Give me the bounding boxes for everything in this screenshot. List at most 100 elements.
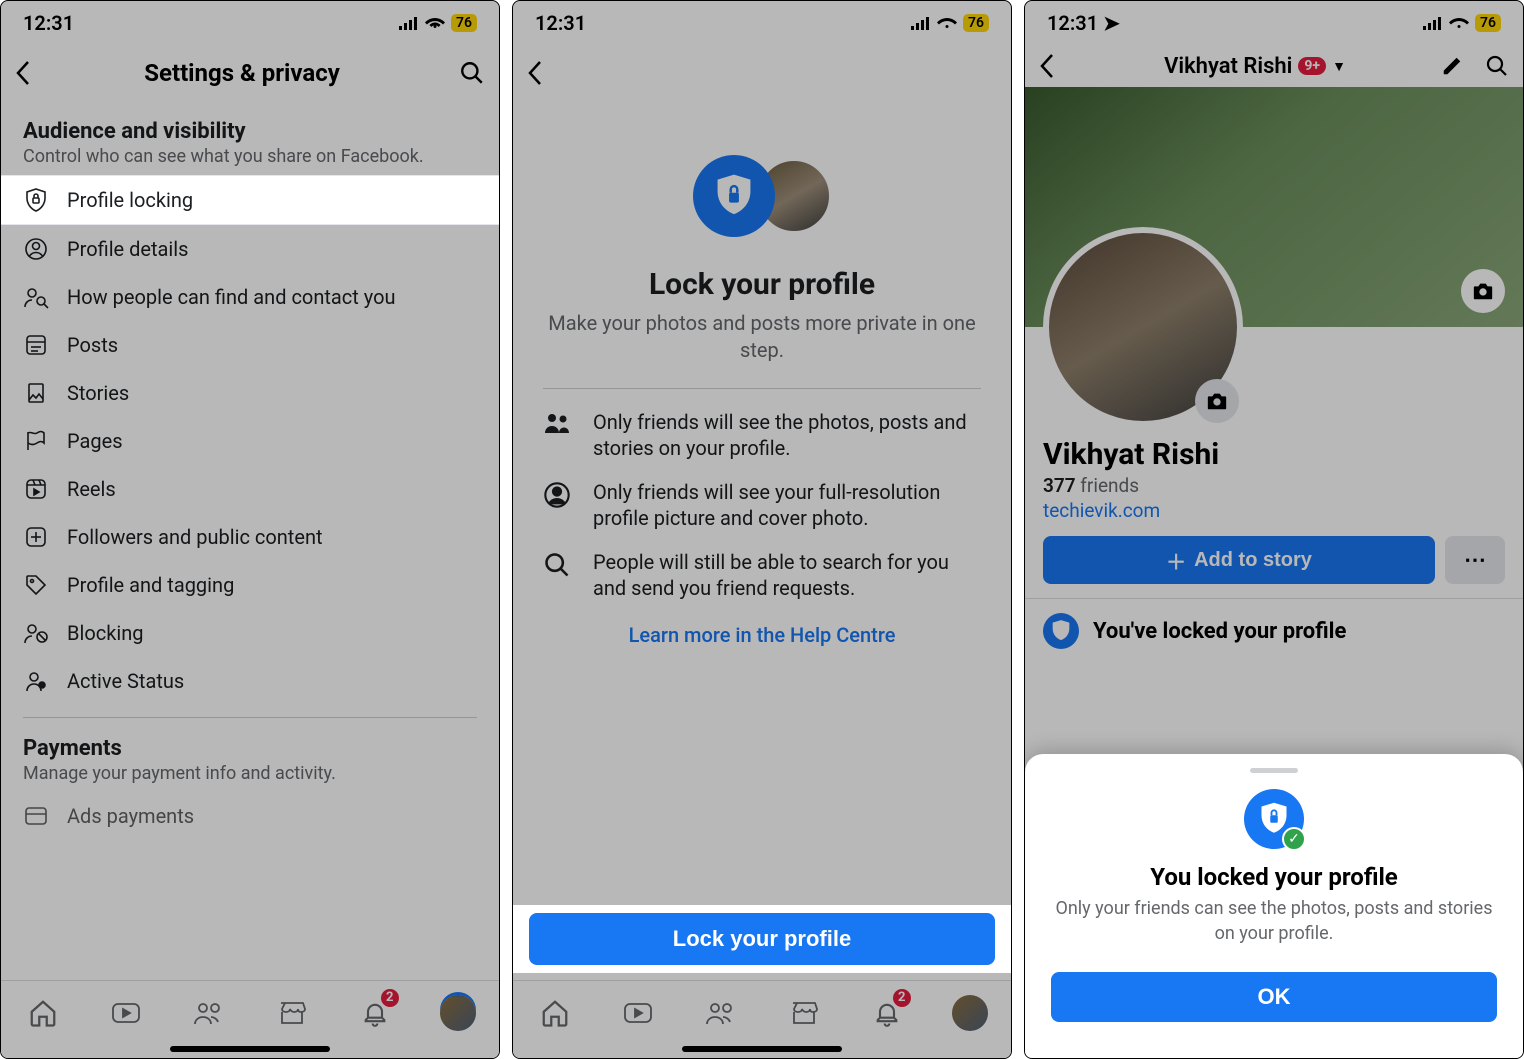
item-label: Profile locking <box>67 188 193 212</box>
header: Settings & privacy <box>1 45 499 101</box>
wifi-icon <box>425 16 445 30</box>
item-label: Reels <box>67 477 116 501</box>
check-icon: ✓ <box>1282 827 1306 851</box>
shield-icon <box>693 155 775 237</box>
tab-friends[interactable] <box>701 993 741 1033</box>
edit-button[interactable] <box>1441 55 1463 77</box>
tab-notifications[interactable]: 2 <box>355 993 395 1033</box>
tab-marketplace[interactable] <box>272 993 312 1033</box>
item-find-contact[interactable]: How people can find and contact you <box>1 273 499 321</box>
item-posts[interactable]: Posts <box>1 321 499 369</box>
back-button[interactable] <box>527 60 557 86</box>
wifi-icon <box>937 16 957 30</box>
ok-wrap: OK <box>1045 966 1503 1028</box>
lock-title: Lock your profile <box>649 267 875 302</box>
info-text: Only friends will see your full-resoluti… <box>593 479 981 531</box>
home-indicator <box>682 1046 842 1052</box>
shield-icon <box>1043 613 1079 649</box>
tab-friends[interactable] <box>189 993 229 1033</box>
status-bar: 12:31 76 <box>1 1 499 45</box>
active-status-icon <box>23 668 49 694</box>
item-active-status[interactable]: Active Status <box>1 657 499 705</box>
item-ads-payments[interactable]: Ads payments <box>1 792 499 840</box>
item-profile-locking[interactable]: Profile locking <box>1 175 499 225</box>
item-label: Blocking <box>67 621 143 645</box>
item-reels[interactable]: Reels <box>1 465 499 513</box>
section-subtitle: Control who can see what you share on Fa… <box>23 146 477 167</box>
reels-icon <box>23 476 49 502</box>
section-header-payments: Payments Manage your payment info and ac… <box>1 730 499 792</box>
tab-menu[interactable] <box>438 993 478 1033</box>
header-name[interactable]: Vikhyat Rishi 9+ ▼ <box>1079 54 1431 79</box>
item-profile-details[interactable]: Profile details <box>1 225 499 273</box>
search-button[interactable] <box>459 60 485 86</box>
card-icon <box>23 803 49 829</box>
profile-info: Vikhyat Rishi 377 friends techievik.com … <box>1025 437 1523 584</box>
sheet-title: You locked your profile <box>1045 863 1503 891</box>
tab-watch[interactable] <box>618 993 658 1033</box>
divider <box>23 717 477 718</box>
item-stories[interactable]: Stories <box>1 369 499 417</box>
section-subtitle: Manage your payment info and activity. <box>23 763 477 784</box>
item-pages[interactable]: Pages <box>1 417 499 465</box>
header-badge: 9+ <box>1298 57 1326 75</box>
wifi-icon <box>1449 16 1469 30</box>
status-bar: 12:31 ➤ 76 <box>1025 1 1523 45</box>
people-icon <box>543 409 575 461</box>
ok-button[interactable]: OK <box>1051 972 1497 1022</box>
profile-actions: ＋ Add to story ⋯ <box>1043 536 1505 584</box>
tab-watch[interactable] <box>106 993 146 1033</box>
status-time: 12:31 <box>535 11 586 35</box>
back-button[interactable] <box>1039 53 1069 79</box>
shield-check-icon: ✓ <box>1244 789 1304 849</box>
followers-icon <box>23 524 49 550</box>
tab-home[interactable] <box>535 993 575 1033</box>
status-right: 76 <box>399 14 477 32</box>
lock-profile-button[interactable]: Lock your profile <box>529 913 995 965</box>
add-story-button[interactable]: ＋ Add to story <box>1043 536 1435 584</box>
profile-website-link[interactable]: techievik.com <box>1043 499 1505 522</box>
info-friends-photo: Only friends will see your full-resoluti… <box>543 479 981 531</box>
battery-level: 76 <box>451 14 477 32</box>
search-button[interactable] <box>1485 54 1509 78</box>
shield-lock-icon <box>23 187 49 213</box>
person-search-icon <box>23 284 49 310</box>
item-label: Stories <box>67 381 129 405</box>
tab-notifications[interactable]: 2 <box>867 993 907 1033</box>
tab-home[interactable] <box>23 993 63 1033</box>
flag-icon <box>23 428 49 454</box>
item-label: Active Status <box>67 669 184 693</box>
notification-badge: 2 <box>893 989 910 1007</box>
item-followers[interactable]: Followers and public content <box>1 513 499 561</box>
item-blocking[interactable]: Blocking <box>1 609 499 657</box>
friend-count[interactable]: 377 friends <box>1043 474 1505 497</box>
signal-icon <box>911 16 931 30</box>
chevron-down-icon: ▼ <box>1332 58 1346 75</box>
profile-icon <box>543 479 575 531</box>
edit-profile-picture-button[interactable] <box>1195 379 1239 423</box>
person-circle-icon <box>23 236 49 262</box>
avatar-icon <box>952 995 988 1031</box>
status-time: 12:31 <box>23 11 74 35</box>
avatar-icon <box>440 995 476 1031</box>
locked-banner-text: You've locked your profile <box>1093 619 1346 644</box>
tab-marketplace[interactable] <box>784 993 824 1033</box>
edit-cover-button[interactable] <box>1461 269 1505 313</box>
more-button[interactable]: ⋯ <box>1445 536 1505 584</box>
home-indicator <box>170 1046 330 1052</box>
item-label: Posts <box>67 333 118 357</box>
locked-banner[interactable]: You've locked your profile <box>1025 598 1523 663</box>
signal-icon <box>399 16 419 30</box>
screen-settings: 12:31 76 Settings & privacy Audience and… <box>0 0 500 1059</box>
shield-avatar <box>693 155 831 237</box>
section-title: Payments <box>23 736 477 761</box>
info-search: People will still be able to search for … <box>543 549 981 601</box>
learn-more-link[interactable]: Learn more in the Help Centre <box>629 623 896 647</box>
sheet-handle[interactable] <box>1250 768 1298 773</box>
lock-subtitle: Make your photos and posts more private … <box>543 310 981 364</box>
tab-menu[interactable] <box>950 993 990 1033</box>
screen-lock-profile: 12:31 76 Lock your profile Make your pho… <box>512 0 1012 1059</box>
page-title: Settings & privacy <box>37 59 447 87</box>
info-friends-content: Only friends will see the photos, posts … <box>543 409 981 461</box>
item-profile-tagging[interactable]: Profile and tagging <box>1 561 499 609</box>
